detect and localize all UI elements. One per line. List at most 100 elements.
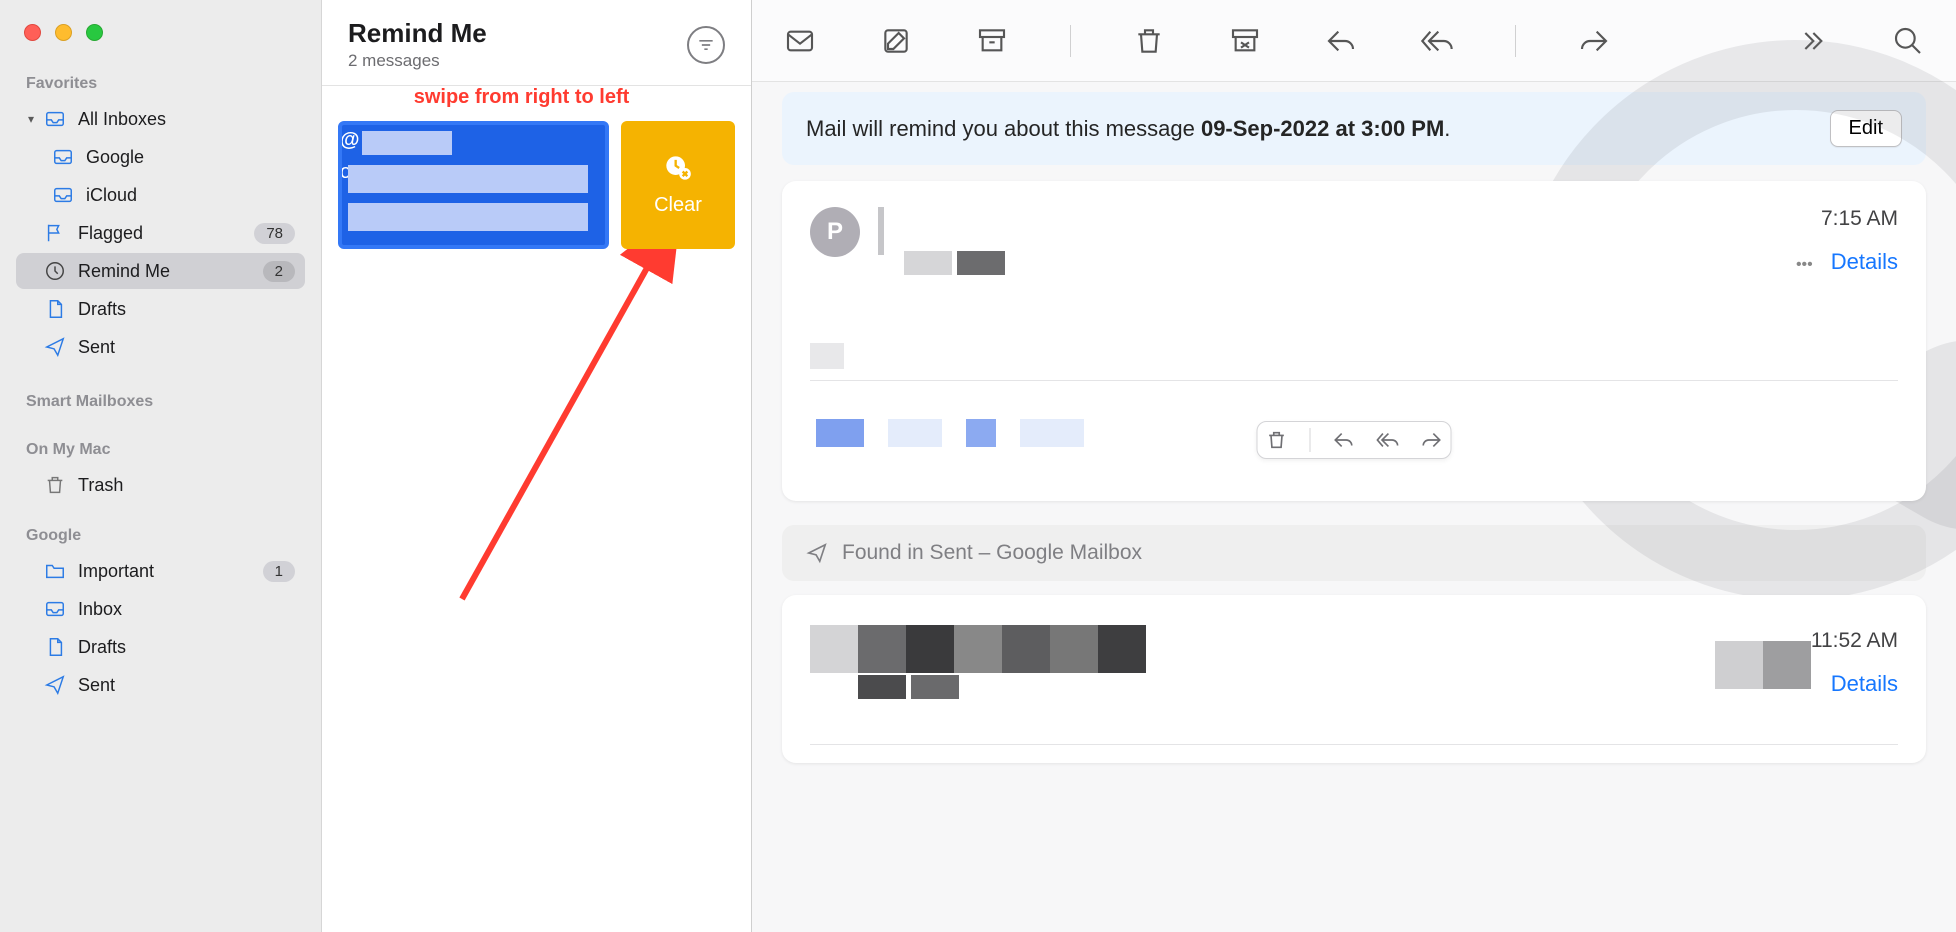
trash-icon — [42, 474, 68, 496]
reply-button[interactable] — [1323, 23, 1359, 59]
reminder-datetime: 09-Sep-2022 at 3:00 PM — [1201, 116, 1444, 141]
details-link[interactable]: Details — [1831, 671, 1898, 697]
list-header: Remind Me 2 messages — [322, 0, 751, 86]
minimize-window-button[interactable] — [55, 24, 72, 41]
close-window-button[interactable] — [24, 24, 41, 41]
divider — [810, 744, 1898, 745]
envelope-icon — [784, 25, 816, 57]
sidebar-item-g-inbox[interactable]: Inbox — [16, 591, 305, 627]
message-list: @ o Clear — [322, 109, 751, 932]
sidebar-item-label: Sent — [78, 337, 295, 358]
filter-button[interactable] — [687, 26, 725, 64]
search-button[interactable] — [1890, 23, 1926, 59]
on-my-mac-heading: On My Mac — [16, 431, 305, 465]
delete-button[interactable] — [1131, 23, 1167, 59]
count-badge: 1 — [263, 561, 295, 582]
envelope-button[interactable] — [782, 23, 818, 59]
sidebar-item-g-sent[interactable]: Sent — [16, 667, 305, 703]
inbox-icon — [42, 598, 68, 620]
sidebar-item-label: iCloud — [86, 185, 295, 206]
flag-icon — [42, 222, 68, 244]
sidebar: Favorites ▾ All Inboxes Google iCloud Fl… — [0, 0, 322, 932]
forward-icon — [1578, 25, 1610, 57]
inbox-icon — [50, 146, 76, 168]
avatar: P — [810, 207, 860, 257]
redacted-block — [911, 675, 959, 699]
sidebar-item-label: Drafts — [78, 637, 295, 658]
inbox-icon — [50, 184, 76, 206]
swipe-clear-button[interactable]: Clear — [621, 121, 735, 249]
archive-icon — [976, 25, 1008, 57]
annotation-text: swipe from right to left — [322, 86, 751, 109]
annotation-arrow — [442, 249, 702, 619]
folder-icon — [42, 560, 68, 582]
message-row-selected[interactable]: @ o — [338, 121, 609, 249]
reply-icon — [1325, 25, 1357, 57]
junk-button[interactable] — [1227, 23, 1263, 59]
sidebar-item-g-important[interactable]: Important 1 — [16, 553, 305, 589]
redacted-block — [362, 131, 452, 155]
sidebar-item-drafts[interactable]: Drafts — [16, 291, 305, 327]
forward-button[interactable] — [1576, 23, 1612, 59]
document-icon — [42, 298, 68, 320]
redacted-row — [810, 625, 1655, 673]
reply-icon[interactable] — [1333, 429, 1355, 451]
sidebar-item-g-drafts[interactable]: Drafts — [16, 629, 305, 665]
inline-message-toolbar — [1257, 421, 1452, 459]
message-time: 11:52 AM — [1811, 629, 1898, 653]
edit-reminder-button[interactable]: Edit — [1830, 110, 1902, 147]
sidebar-item-remind-me[interactable]: Remind Me 2 — [16, 253, 305, 289]
message-card: P 7:15 AM ••• Details — [782, 181, 1926, 501]
count-badge: 78 — [254, 223, 295, 244]
sidebar-item-icloud[interactable]: iCloud — [16, 177, 305, 213]
compose-button[interactable] — [878, 23, 914, 59]
sidebar-item-label: Drafts — [78, 299, 295, 320]
trash-icon — [1133, 25, 1165, 57]
message-row-swiped[interactable]: @ o Clear — [338, 121, 735, 249]
message-list-pane: Remind Me 2 messages swipe from right to… — [322, 0, 752, 932]
more-button[interactable] — [1794, 23, 1830, 59]
sidebar-item-label: Sent — [78, 675, 295, 696]
inbox-icon — [42, 108, 68, 130]
favorites-heading: Favorites — [16, 65, 305, 99]
redacted-block — [888, 419, 942, 447]
sidebar-item-trash[interactable]: Trash — [16, 467, 305, 503]
from-area — [904, 207, 1796, 280]
fullscreen-window-button[interactable] — [86, 24, 103, 41]
window-controls — [0, 10, 321, 65]
sidebar-item-google[interactable]: Google — [16, 139, 305, 175]
reply-all-icon[interactable] — [1377, 429, 1399, 451]
redacted-row — [1715, 641, 1811, 689]
message-toolbar — [752, 0, 1956, 82]
paperplane-icon — [806, 542, 828, 564]
redacted-block — [966, 419, 996, 447]
reminder-banner: Mail will remind you about this message … — [782, 92, 1926, 165]
reminder-text-prefix: Mail will remind you about this message — [806, 116, 1201, 141]
junk-icon — [1229, 25, 1261, 57]
clock-icon — [42, 260, 68, 282]
sidebar-item-all-inboxes[interactable]: ▾ All Inboxes — [16, 101, 305, 137]
message-time: 7:15 AM — [1796, 207, 1898, 231]
details-link[interactable]: Details — [1831, 249, 1898, 275]
redacted-block — [1020, 419, 1084, 447]
forward-icon[interactable] — [1421, 429, 1443, 451]
clock-clear-icon — [664, 154, 692, 182]
search-icon — [1892, 25, 1924, 57]
redacted-block — [810, 343, 844, 369]
sidebar-item-label: Trash — [78, 475, 295, 496]
toolbar-separator — [1070, 25, 1071, 57]
more-icon[interactable]: ••• — [1796, 256, 1813, 273]
redacted-block — [858, 675, 906, 699]
trash-icon[interactable] — [1266, 429, 1288, 451]
chevrons-right-icon — [1796, 25, 1828, 57]
toolbar-separator — [1515, 25, 1516, 57]
sidebar-item-flagged[interactable]: Flagged 78 — [16, 215, 305, 251]
reply-all-button[interactable] — [1419, 23, 1455, 59]
archive-button[interactable] — [974, 23, 1010, 59]
clear-label: Clear — [654, 194, 702, 217]
sidebar-item-label: Inbox — [78, 599, 295, 620]
sidebar-item-sent[interactable]: Sent — [16, 329, 305, 365]
redacted-block — [816, 419, 864, 447]
message-card: 11:52 AM Details — [782, 595, 1926, 763]
chevron-down-icon[interactable]: ▾ — [24, 112, 38, 126]
